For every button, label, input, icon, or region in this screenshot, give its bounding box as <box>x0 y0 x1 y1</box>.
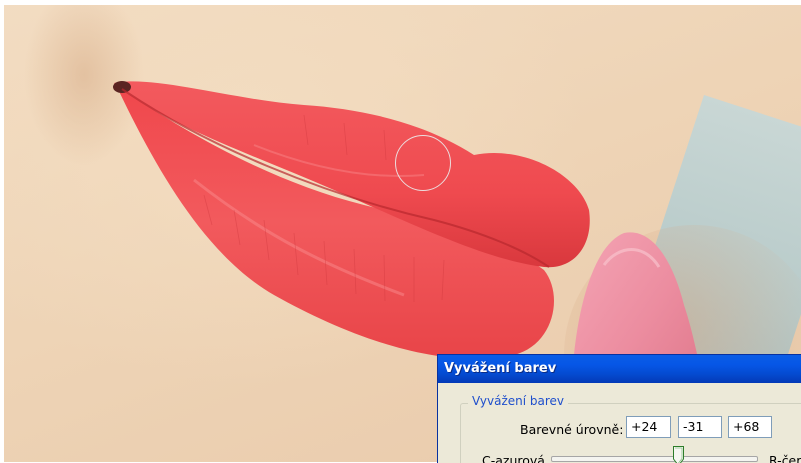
brush-circle-cursor-icon <box>395 135 451 191</box>
level-cyan-red-input[interactable]: +24 <box>626 416 671 438</box>
group-title: Vyvážení barev <box>468 394 569 408</box>
cyan-red-slider[interactable] <box>551 456 758 462</box>
dialog-title: Vyvážení barev <box>444 361 557 376</box>
dialog-titlebar[interactable]: Vyvážení barev <box>438 355 801 383</box>
level-magenta-green-input[interactable]: -31 <box>678 416 722 438</box>
level-yellow-blue-input[interactable]: +68 <box>728 416 772 438</box>
color-balance-dialog: Vyvážení barev Vyvážení barev Barevné úr… <box>437 354 801 463</box>
slider-thumb[interactable] <box>672 446 684 463</box>
color-levels-label: Barevné úrovně: <box>520 422 624 437</box>
mouth-corner <box>113 81 131 93</box>
